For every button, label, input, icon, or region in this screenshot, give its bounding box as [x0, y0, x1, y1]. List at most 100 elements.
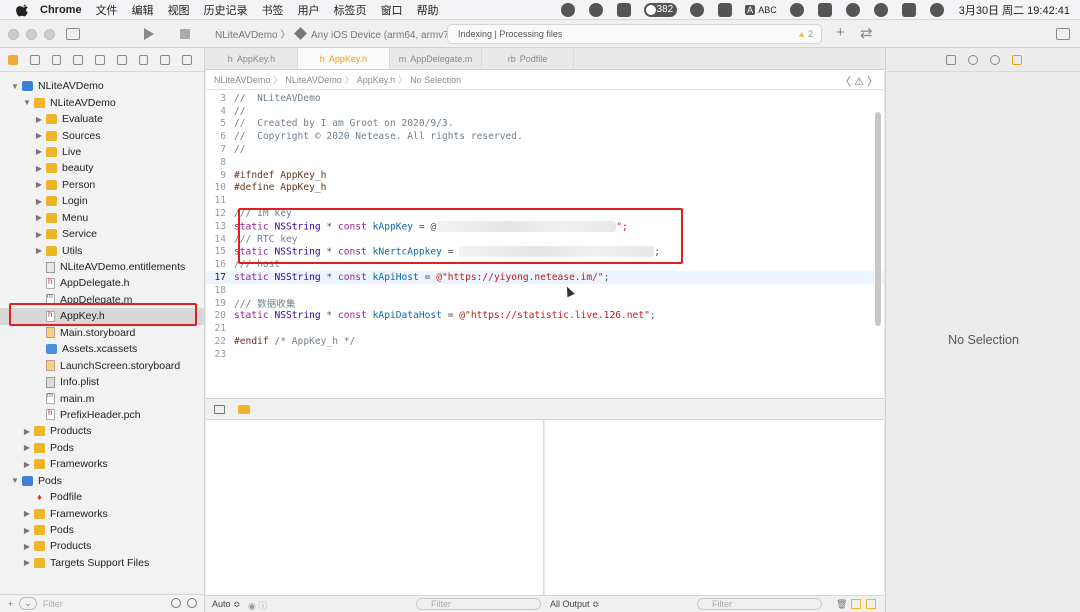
file-tree-row[interactable]: ▶ Frameworks	[0, 456, 205, 472]
input-method-indicator[interactable]: A ABC	[745, 4, 777, 15]
code-line[interactable]: 18	[206, 284, 884, 297]
tool-status-icon[interactable]	[718, 2, 733, 17]
toggle-inspector-icon[interactable]	[1056, 28, 1070, 40]
file-tree-row[interactable]: NLiteAVDemo.entitlements	[0, 259, 205, 275]
disclosure-open-icon[interactable]: ▼	[22, 98, 32, 107]
window-close-button[interactable]	[8, 29, 19, 40]
menu-tabs[interactable]: 标签页	[334, 2, 367, 18]
editor-tab[interactable]: m AppDelegate.m	[390, 48, 482, 69]
jumpbar-crumb-group[interactable]: NLiteAVDemo	[285, 75, 341, 85]
test-navigator-icon[interactable]	[116, 54, 127, 65]
show-console-pane-icon[interactable]	[866, 599, 876, 609]
variables-view[interactable]	[206, 420, 544, 595]
issue-navigator-icon[interactable]	[95, 54, 105, 65]
file-tree-row[interactable]: ▶ Evaluate	[0, 111, 205, 127]
file-tree-row[interactable]: ▼ Pods	[0, 473, 205, 489]
xcode-status-icon[interactable]	[690, 2, 705, 17]
code-line[interactable]: 3 // NLiteAVDemo	[206, 92, 884, 105]
code-line[interactable]: 5 // Created by I am Groot on 2020/9/3.	[206, 118, 884, 131]
battery-icon[interactable]	[817, 2, 832, 17]
file-tree-row[interactable]: ▼ NLiteAVDemo	[0, 94, 205, 110]
file-tree-row[interactable]: ▶ Frameworks	[0, 505, 205, 521]
menu-window[interactable]: 窗口	[381, 2, 403, 18]
code-line[interactable]: 11	[206, 194, 884, 207]
recent-files-filter-icon[interactable]	[171, 598, 182, 608]
disclosure-closed-icon[interactable]: ▶	[22, 460, 32, 469]
code-review-button[interactable]: ⇄	[860, 24, 873, 42]
file-tree-row[interactable]: ▶ Person	[0, 177, 205, 193]
code-line[interactable]: 22 #endif /* AppKey_h */	[206, 335, 884, 348]
menu-file[interactable]: 文件	[96, 2, 118, 18]
spotlight-search-icon[interactable]	[873, 2, 888, 17]
file-tree-row[interactable]: ▶ Menu	[0, 210, 205, 226]
attributes-inspector-icon[interactable]	[1012, 54, 1022, 65]
wifi-icon[interactable]	[845, 2, 860, 17]
file-tree-row[interactable]: ▶ Pods	[0, 522, 205, 538]
filter-options-icon[interactable]: ⌄	[19, 597, 37, 610]
file-tree-row[interactable]: AppDelegate.h	[0, 275, 205, 291]
code-line[interactable]: 8	[206, 156, 884, 169]
menu-people[interactable]: 用户	[298, 2, 320, 18]
source-control-navigator-icon[interactable]	[29, 54, 40, 65]
menu-bookmarks[interactable]: 书签	[262, 2, 284, 18]
file-tree-row[interactable]: Assets.xcassets	[0, 341, 205, 357]
editor-tab[interactable]: h AppKey.h	[206, 48, 298, 69]
symbol-navigator-icon[interactable]	[51, 54, 62, 65]
disclosure-closed-icon[interactable]: ▶	[34, 246, 44, 255]
debug-navigator-icon[interactable]	[138, 54, 149, 65]
file-tree-row[interactable]: main.m	[0, 390, 205, 406]
file-tree-row[interactable]: ▶ beauty	[0, 160, 205, 176]
file-tree-row[interactable]: PrefixHeader.pch	[0, 407, 205, 423]
clear-console-icon[interactable]: 🗑	[836, 599, 847, 610]
code-line[interactable]: 9 #ifndef AppKey_h	[206, 169, 884, 182]
chrome-status-icon[interactable]	[561, 2, 576, 17]
console-filter-input[interactable]: Filter	[697, 598, 822, 610]
warning-count[interactable]: 2	[797, 29, 813, 39]
jumpbar-crumb-project[interactable]: NLiteAVDemo	[214, 75, 270, 85]
file-tree-row[interactable]: ▶ Service	[0, 226, 205, 242]
file-inspector-icon[interactable]	[946, 54, 956, 65]
disclosure-open-icon[interactable]: ▼	[10, 82, 20, 91]
file-tree-row[interactable]: Info.plist	[0, 374, 205, 390]
code-line[interactable]: 23	[206, 348, 884, 361]
report-navigator-icon[interactable]	[182, 54, 193, 65]
breakpoints-toggle-icon[interactable]	[238, 405, 250, 414]
disclosure-closed-icon[interactable]: ▶	[34, 180, 44, 189]
file-tree-row[interactable]: ♦ Podfile	[0, 489, 205, 505]
notification-count-badge[interactable]: 382	[644, 2, 678, 17]
menu-view[interactable]: 视图	[168, 2, 190, 18]
siri-icon[interactable]	[929, 2, 944, 17]
toggle-navigator-icon[interactable]	[66, 28, 80, 40]
app-name[interactable]: Chrome	[40, 4, 82, 16]
file-tree-row[interactable]: LaunchScreen.storyboard	[0, 357, 205, 373]
history-inspector-icon[interactable]	[968, 54, 978, 65]
pen-status-icon[interactable]	[617, 2, 632, 17]
find-navigator-icon[interactable]	[73, 54, 84, 65]
quick-look-icon[interactable]: ◉ ⓘ	[248, 599, 267, 612]
editor-scrollbar[interactable]	[875, 112, 881, 326]
file-tree-row[interactable]: ▶ Live	[0, 144, 205, 160]
disclosure-closed-icon[interactable]: ▶	[22, 509, 32, 518]
file-tree-row[interactable]: ▶ Products	[0, 538, 205, 554]
breakpoint-navigator-icon[interactable]	[160, 54, 171, 65]
disclosure-closed-icon[interactable]: ▶	[34, 164, 44, 173]
code-line[interactable]: 19 /// 数据收集	[206, 297, 884, 311]
window-minimize-button[interactable]	[26, 29, 37, 40]
disclosure-closed-icon[interactable]: ▶	[22, 443, 32, 452]
file-tree-row[interactable]: ▶ Products	[0, 423, 205, 439]
stop-button[interactable]	[180, 29, 190, 39]
menubar-clock[interactable]: 3月30日 周二 19:42:41	[959, 2, 1070, 18]
console-output[interactable]	[545, 420, 884, 595]
file-tree-row[interactable]: Main.storyboard	[0, 325, 205, 341]
code-line[interactable]: 4 //	[206, 105, 884, 118]
disclosure-closed-icon[interactable]: ▶	[22, 427, 32, 436]
navigator-filter-input[interactable]: Filter	[43, 599, 63, 609]
jumpbar-crumb-file[interactable]: AppKey.h	[357, 75, 395, 85]
menu-edit[interactable]: 编辑	[132, 2, 154, 18]
code-line[interactable]: 21	[206, 322, 884, 335]
file-tree-row[interactable]: ▶ Sources	[0, 127, 205, 143]
file-tree-row[interactable]: ▶ Targets Support Files	[0, 555, 205, 571]
code-line[interactable]: 17 static NSString * const kApiHost = @"h…	[206, 271, 884, 284]
control-center-icon[interactable]	[901, 2, 916, 17]
file-tree-row[interactable]: ▼ NLiteAVDemo	[0, 78, 205, 94]
